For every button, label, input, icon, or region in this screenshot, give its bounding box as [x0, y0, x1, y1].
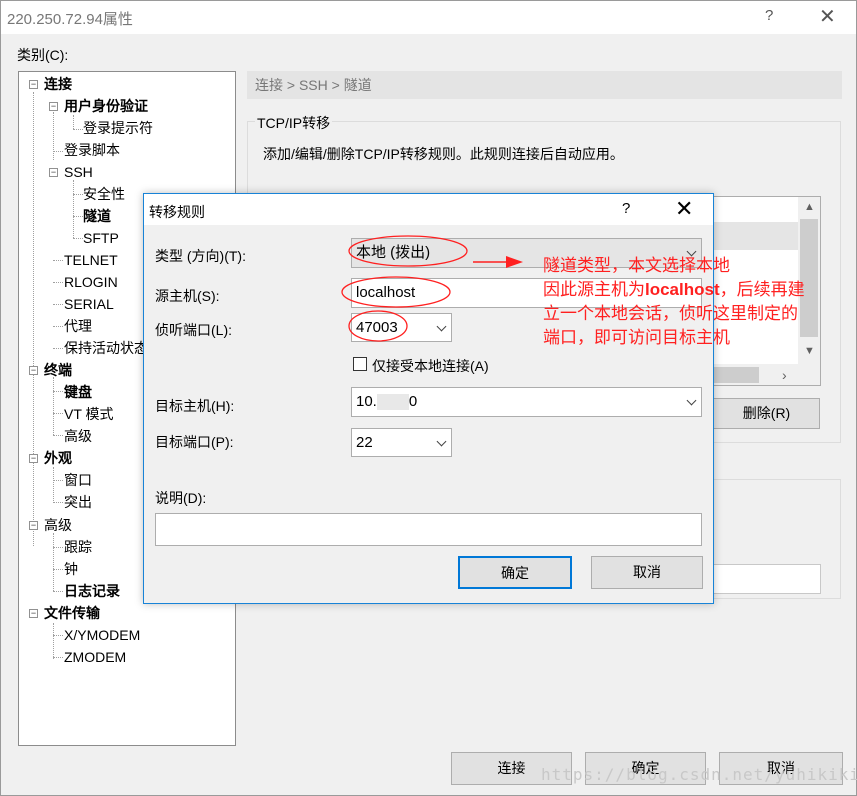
collapse-icon[interactable]: −: [29, 521, 38, 530]
dialog-close-icon[interactable]: ✕: [675, 196, 693, 222]
description-label: 说明(D):: [155, 490, 207, 506]
tree-item-ssh[interactable]: SSH: [64, 162, 93, 182]
help-icon[interactable]: ?: [765, 7, 773, 24]
tree-item-serial[interactable]: SERIAL: [64, 294, 114, 314]
tree-item-keepalive[interactable]: 保持活动状态: [64, 338, 148, 358]
tree-item-xymodem[interactable]: X/YMODEM: [64, 625, 140, 645]
rule-list-selected-row[interactable]: [713, 222, 799, 250]
type-select-value: 本地 (拨出): [356, 244, 431, 261]
tree-item-clock[interactable]: 钟: [64, 559, 78, 579]
tree-item-login-prompt[interactable]: 登录提示符: [83, 118, 153, 138]
tree-item-rlogin[interactable]: RLOGIN: [64, 272, 118, 292]
tree-item-login-script[interactable]: 登录脚本: [64, 140, 120, 160]
type-label: 类型 (方向)(T):: [155, 248, 246, 264]
dialog-title: 转移规则: [149, 204, 205, 220]
local-only-checkbox[interactable]: [353, 357, 367, 371]
close-icon[interactable]: ✕: [819, 4, 836, 29]
dialog-ok-button[interactable]: 确定: [458, 556, 572, 589]
scroll-down-icon[interactable]: ▼: [804, 345, 815, 357]
target-port-combo[interactable]: 22: [351, 428, 452, 457]
tree-item-appearance[interactable]: 外观: [44, 448, 72, 468]
watermark: https://blog.csdn.net/yuhikiki: [541, 765, 857, 784]
collapse-icon[interactable]: −: [29, 80, 38, 89]
tree-item-window[interactable]: 窗口: [64, 470, 92, 490]
tree-item-file-transfer[interactable]: 文件传输: [44, 603, 100, 623]
tree-item-advanced[interactable]: 高级: [44, 515, 72, 535]
source-host-label: 源主机(S):: [155, 288, 220, 304]
target-host-combo[interactable]: 10. 0: [351, 387, 702, 417]
chevron-down-icon: [436, 436, 447, 446]
collapse-icon[interactable]: −: [49, 168, 58, 177]
title-bar: 220.250.72.94属性 ? ✕: [1, 1, 856, 34]
description-input[interactable]: [155, 513, 702, 546]
tree-item-security[interactable]: 安全性: [83, 184, 125, 204]
collapse-icon[interactable]: −: [29, 366, 38, 375]
tree-item-logging[interactable]: 日志记录: [64, 581, 120, 601]
target-port-label: 目标端口(P):: [155, 434, 234, 450]
listen-port-label: 侦听端口(L):: [155, 322, 232, 338]
collapse-icon[interactable]: −: [29, 454, 38, 463]
tree-item-terminal[interactable]: 终端: [44, 360, 72, 380]
tree-item-vt-mode[interactable]: VT 模式: [64, 404, 114, 424]
tree-item-sftp[interactable]: SFTP: [83, 228, 119, 248]
tree-item-zmodem[interactable]: ZMODEM: [64, 647, 126, 667]
annotation-line-2a: 因此源主机为: [543, 280, 645, 300]
hscroll-thumb[interactable]: [712, 367, 759, 383]
tree-item-keyboard[interactable]: 键盘: [64, 382, 92, 402]
tree-item-highlight[interactable]: 突出: [64, 492, 92, 512]
redacted-block: [376, 394, 409, 411]
collapse-icon[interactable]: −: [29, 609, 38, 618]
annotation-line-3: 立一个本地会话，侦听这里制定的: [543, 304, 798, 324]
scroll-up-icon[interactable]: ▲: [804, 201, 815, 213]
tree-item-proxy[interactable]: 代理: [64, 316, 92, 336]
chevron-down-icon: [436, 321, 447, 331]
target-host-label: 目标主机(H):: [155, 398, 235, 414]
tree-item-auth[interactable]: 用户身份验证: [64, 96, 148, 116]
annotation-line-2b: localhost: [645, 280, 720, 299]
annotation-line-2: 因此源主机为localhost，后续再建: [543, 278, 805, 302]
collapse-icon[interactable]: −: [49, 102, 58, 111]
tcpip-group-label: TCP/IP转移: [255, 113, 333, 133]
tree-item-connection[interactable]: 连接: [44, 74, 72, 94]
window-title: 220.250.72.94属性: [7, 11, 133, 28]
source-host-value: localhost: [356, 284, 416, 301]
annotation-line-1: 隧道类型，本文选择本地: [543, 256, 730, 276]
dialog-help-icon[interactable]: ?: [622, 200, 630, 217]
chevron-down-icon: [686, 395, 697, 406]
target-host-prefix: 10.: [356, 393, 377, 410]
tree-item-trace[interactable]: 跟踪: [64, 537, 92, 557]
listen-port-combo[interactable]: 47003: [351, 313, 452, 342]
tcpip-description: 添加/编辑/删除TCP/IP转移规则。此规则连接后自动应用。: [263, 146, 624, 162]
annotation-line-2c: ，后续再建: [719, 280, 805, 300]
dialog-cancel-button[interactable]: 取消: [591, 556, 703, 589]
target-port-value: 22: [356, 434, 373, 451]
annotation-line-4: 端口，即可访问目标主机: [543, 328, 730, 348]
tree-item-telnet[interactable]: TELNET: [64, 250, 118, 270]
tree-item-terminal-advanced[interactable]: 高级: [64, 426, 92, 446]
listen-port-value: 47003: [356, 319, 398, 336]
tree-item-tunnel[interactable]: 隧道: [83, 206, 111, 226]
rule-list-hscrollbar[interactable]: ›: [702, 364, 820, 385]
breadcrumb: 连接 > SSH > 隧道: [247, 71, 842, 99]
scroll-right-icon[interactable]: ›: [782, 367, 787, 383]
local-only-label[interactable]: 仅接受本地连接(A): [372, 356, 489, 376]
delete-button[interactable]: 删除(R): [713, 398, 820, 429]
target-host-suffix: 0: [408, 393, 418, 410]
secondary-field[interactable]: [701, 564, 821, 594]
dialog-title-bar: 转移规则 ? ✕: [144, 194, 713, 225]
category-label: 类别(C):: [17, 47, 69, 63]
annotation-text: 隧道类型，本文选择本地 因此源主机为localhost，后续再建 立一个本地会话…: [543, 254, 805, 350]
